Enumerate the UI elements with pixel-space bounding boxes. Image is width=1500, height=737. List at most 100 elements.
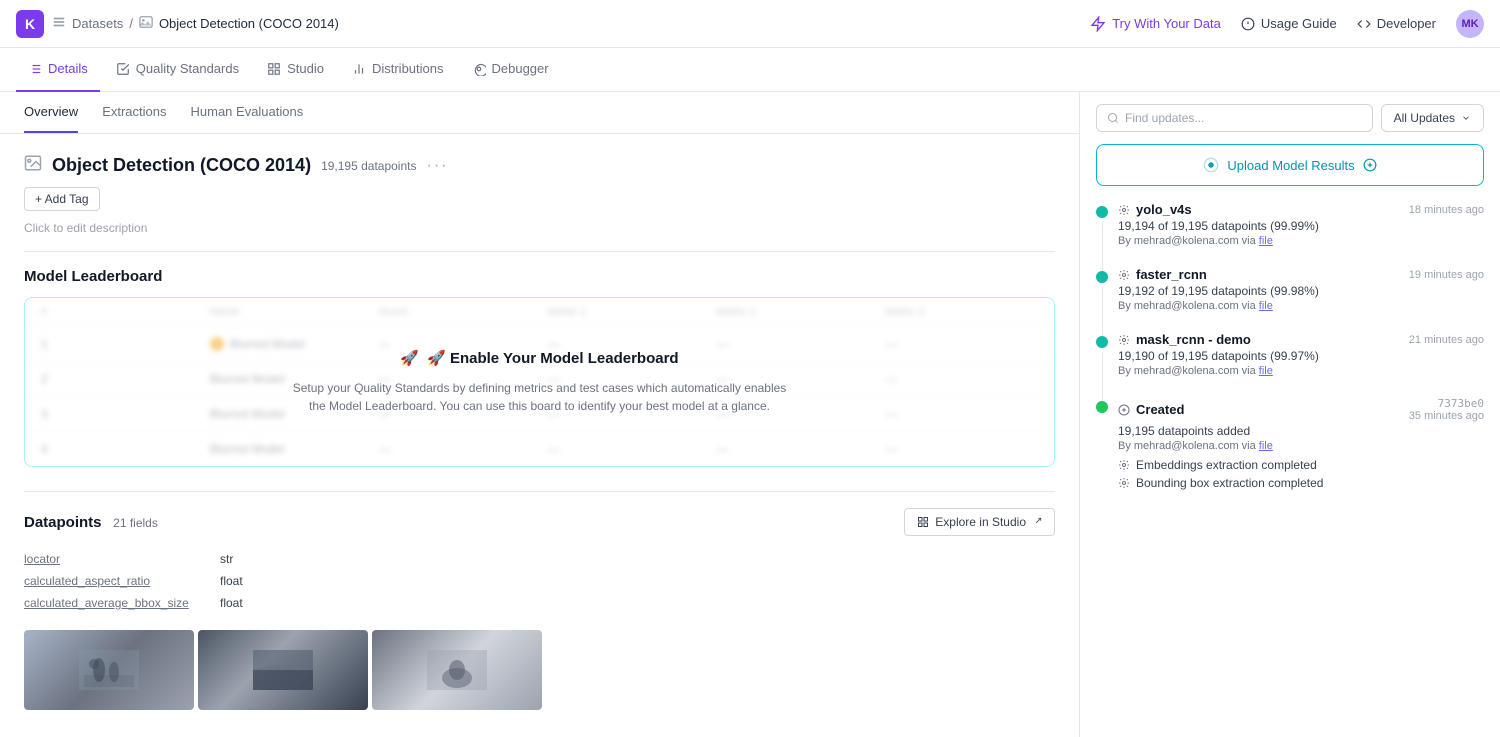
update-name-created: Created (1118, 402, 1184, 417)
update-stats-mask-rcnn: 19,190 of 19,195 datapoints (99.97%) (1118, 349, 1484, 363)
list-item: calculated_aspect_ratio float (24, 570, 1055, 592)
fields-count-badge: 21 fields (113, 516, 158, 530)
update-link-mask-rcnn[interactable]: file (1259, 365, 1273, 377)
image-thumbnail-2[interactable] (198, 630, 368, 710)
main-content: Object Detection (COCO 2014) 19,195 data… (0, 134, 1079, 730)
rocket-icon: 🚀 (400, 349, 419, 367)
find-updates-search[interactable]: Find updates... (1096, 104, 1373, 132)
divider-1 (24, 251, 1055, 252)
update-header-faster-rcnn: faster_rcnn 19 minutes ago (1118, 267, 1484, 282)
extra-info: Embeddings extraction completed Bounding… (1118, 458, 1484, 490)
breadcrumb: Datasets / Object Detection (COCO 2014) (52, 15, 339, 32)
datapoints-header: Datapoints 21 fields Explore in Studio (24, 508, 1055, 536)
usage-guide-button[interactable]: Usage Guide (1241, 16, 1337, 31)
field-type-bbox-size: float (220, 596, 243, 610)
app-logo[interactable]: K (16, 10, 44, 38)
more-options-button[interactable]: ··· (426, 157, 448, 175)
enable-leaderboard-desc: Setup your Quality Standards by defining… (290, 379, 790, 415)
field-name-aspect-ratio[interactable]: calculated_aspect_ratio (24, 574, 204, 588)
update-by-yolo: By mehrad@kolena.com via file (1118, 235, 1484, 247)
try-with-data-button[interactable]: Try With Your Data (1090, 16, 1221, 32)
datapoints-badge: 19,195 datapoints (321, 159, 416, 173)
extra-row-embeddings: Embeddings extraction completed (1118, 458, 1484, 472)
add-tag-button[interactable]: + Add Tag (24, 187, 100, 211)
upload-model-results-button[interactable]: Upload Model Results (1096, 144, 1484, 186)
update-time-yolo: 18 minutes ago (1409, 204, 1484, 216)
list-item: locator str (24, 548, 1055, 570)
update-item-mask-rcnn: mask_rcnn - demo 21 minutes ago 19,190 o… (1096, 332, 1484, 377)
breadcrumb-image-icon (139, 15, 153, 32)
update-dot-mask-rcnn (1096, 336, 1108, 348)
dataset-image-icon (24, 154, 42, 177)
update-link-yolo[interactable]: file (1259, 235, 1273, 247)
user-avatar[interactable]: MK (1456, 10, 1484, 38)
update-by-faster-rcnn: By mehrad@kolena.com via file (1118, 300, 1484, 312)
search-placeholder: Find updates... (1125, 111, 1204, 125)
update-stats-yolo: 19,194 of 19,195 datapoints (99.99%) (1118, 219, 1484, 233)
main-layout: Overview Extractions Human Evaluations O… (0, 92, 1500, 737)
update-by-mask-rcnn: By mehrad@kolena.com via file (1118, 365, 1484, 377)
dataset-icon (52, 15, 66, 32)
update-item-faster-rcnn: faster_rcnn 19 minutes ago 19,192 of 19,… (1096, 267, 1484, 312)
update-item-created: Created 7373be0 35 minutes ago 19,195 da… (1096, 397, 1484, 490)
tab-quality-standards[interactable]: Quality Standards (104, 48, 251, 92)
leaderboard-overlay: 🚀 🚀 Enable Your Model Leaderboard Setup … (25, 298, 1054, 466)
subtab-human-evaluations[interactable]: Human Evaluations (191, 92, 304, 133)
update-name-yolo: yolo_v4s (1118, 202, 1192, 217)
update-stats-faster-rcnn: 19,192 of 19,195 datapoints (99.98%) (1118, 284, 1484, 298)
bbox-extraction-text: Bounding box extraction completed (1136, 476, 1323, 490)
update-header-mask-rcnn: mask_rcnn - demo 21 minutes ago (1118, 332, 1484, 347)
embeddings-extraction-text: Embeddings extraction completed (1136, 458, 1317, 472)
tab-details[interactable]: Details (16, 48, 100, 92)
update-content-yolo: yolo_v4s 18 minutes ago 19,194 of 19,195… (1118, 202, 1484, 247)
nav-left: K Datasets / Object Detection (COCO 2014… (16, 10, 339, 38)
image-thumbnail-3[interactable] (372, 630, 542, 710)
dataset-title: Object Detection (COCO 2014) (52, 155, 311, 176)
explore-studio-button[interactable]: Explore in Studio (904, 508, 1055, 536)
edit-description-prompt[interactable]: Click to edit description (24, 221, 1055, 235)
secondary-nav: Details Quality Standards Studio Distrib… (0, 48, 1500, 92)
tab-studio[interactable]: Studio (255, 48, 336, 92)
breadcrumb-parent[interactable]: Datasets (72, 16, 123, 31)
list-item: calculated_average_bbox_size float (24, 592, 1055, 614)
datapoints-section-title: Datapoints (24, 514, 102, 531)
update-time-faster-rcnn: 19 minutes ago (1409, 269, 1484, 281)
update-dot-faster-rcnn (1096, 271, 1108, 283)
image-thumbnail-1[interactable] (24, 630, 194, 710)
breadcrumb-current: Object Detection (COCO 2014) (159, 16, 339, 31)
update-link-faster-rcnn[interactable]: file (1259, 300, 1273, 312)
update-link-created[interactable]: file (1259, 440, 1273, 452)
developer-button[interactable]: Developer (1357, 16, 1436, 31)
sub-tabs: Overview Extractions Human Evaluations (0, 92, 1079, 134)
update-item-yolo: yolo_v4s 18 minutes ago 19,194 of 19,195… (1096, 202, 1484, 247)
update-header-yolo: yolo_v4s 18 minutes ago (1118, 202, 1484, 217)
datapoints-title-group: Datapoints 21 fields (24, 514, 158, 531)
update-name-faster-rcnn: faster_rcnn (1118, 267, 1207, 282)
update-content-mask-rcnn: mask_rcnn - demo 21 minutes ago 19,190 o… (1118, 332, 1484, 377)
field-type-locator: str (220, 552, 233, 566)
dataset-header: Object Detection (COCO 2014) 19,195 data… (24, 154, 1055, 177)
left-panel: Overview Extractions Human Evaluations O… (0, 92, 1080, 737)
nav-right: Try With Your Data Usage Guide Developer… (1090, 10, 1484, 38)
breadcrumb-separator: / (129, 16, 133, 31)
tab-debugger[interactable]: Debugger (460, 48, 561, 92)
subtab-overview[interactable]: Overview (24, 92, 78, 133)
updates-header: Find updates... All Updates (1096, 104, 1484, 132)
update-time-created: 35 minutes ago (1409, 410, 1484, 422)
update-content-faster-rcnn: faster_rcnn 19 minutes ago 19,192 of 19,… (1118, 267, 1484, 312)
divider-2 (24, 491, 1055, 492)
all-updates-filter[interactable]: All Updates (1381, 104, 1484, 132)
subtab-extractions[interactable]: Extractions (102, 92, 166, 133)
top-nav: K Datasets / Object Detection (COCO 2014… (0, 0, 1500, 48)
tab-distributions[interactable]: Distributions (340, 48, 456, 92)
leaderboard-container: # Name Score Metric 1 Metric 2 Metric 3 … (24, 297, 1055, 467)
update-header-created: Created 7373be0 35 minutes ago (1118, 397, 1484, 422)
update-by-created: By mehrad@kolena.com via file (1118, 440, 1484, 452)
commit-hash: 7373be0 (1409, 397, 1484, 410)
leaderboard-section-title: Model Leaderboard (24, 268, 1055, 285)
fields-table: locator str calculated_aspect_ratio floa… (24, 548, 1055, 614)
enable-leaderboard-title: 🚀 🚀 Enable Your Model Leaderboard (400, 349, 678, 367)
image-grid (24, 630, 1055, 710)
field-name-bbox-size[interactable]: calculated_average_bbox_size (24, 596, 204, 610)
field-name-locator[interactable]: locator (24, 552, 204, 566)
